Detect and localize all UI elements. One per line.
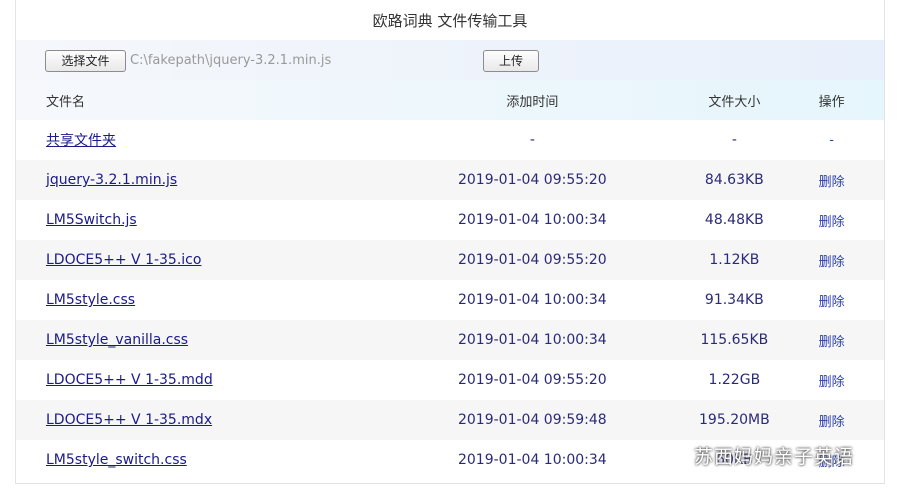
file-link[interactable]: jquery-3.2.1.min.js (46, 172, 177, 188)
file-link[interactable]: LDOCE5++ V 1-35.mdx (46, 412, 212, 428)
delete-link[interactable]: 删除 (779, 291, 884, 310)
file-link[interactable]: LDOCE5++ V 1-35.ico (46, 252, 201, 268)
file-link[interactable]: LDOCE5++ V 1-35.mdd (46, 372, 213, 388)
header-operation: 操作 (818, 94, 845, 110)
row-time: 2019-01-04 09:55:20 (457, 252, 607, 268)
row-time: 2019-01-04 10:00:34 (457, 452, 607, 468)
header-added-time: 添加时间 (506, 94, 559, 110)
upload-button[interactable]: 上传 (483, 50, 539, 72)
watermark-text: 苏西妈妈亲子英语 (694, 445, 855, 468)
table-header: 文件名 添加时间 文件大小 操作 (16, 80, 884, 120)
table-row: LM5style.css 2019-01-04 10:00:34 91.34KB… (16, 280, 884, 320)
header-file-size: 文件大小 (708, 94, 761, 110)
row-size: 84.63KB (704, 172, 764, 188)
watermark: 苏西妈妈亲子英语 (654, 440, 854, 470)
shared-folder-link[interactable]: 共享文件夹 (46, 133, 116, 149)
selected-file-path: C:\fakepath\jquery-3.2.1.min.js (130, 53, 332, 68)
row-size: 115.65KB (700, 332, 769, 348)
row-size: - (731, 132, 737, 148)
file-link[interactable]: LM5style_switch.css (46, 452, 187, 468)
row-size: 1.22GB (708, 372, 761, 388)
file-list: 共享文件夹 - - - jquery-3.2.1.min.js 2019-01-… (16, 120, 884, 480)
row-op: - (829, 132, 834, 148)
row-size: 195.20MB (699, 412, 770, 428)
row-time: - (529, 132, 535, 148)
table-row: LDOCE5++ V 1-35.mdx 2019-01-04 09:59:48 … (16, 400, 884, 440)
table-row: LDOCE5++ V 1-35.ico 2019-01-04 09:55:20 … (16, 240, 884, 280)
delete-link[interactable]: 删除 (779, 411, 884, 430)
row-time: 2019-01-04 09:59:48 (457, 412, 607, 428)
row-time: 2019-01-04 10:00:34 (457, 292, 607, 308)
table-row: LM5Switch.js 2019-01-04 10:00:34 48.48KB… (16, 200, 884, 240)
delete-link[interactable]: 删除 (779, 371, 884, 390)
file-link[interactable]: LM5style_vanilla.css (46, 332, 188, 348)
row-size: 1.12KB (709, 252, 760, 268)
row-time: 2019-01-04 09:55:20 (457, 372, 607, 388)
header-file-name: 文件名 (46, 94, 86, 110)
upload-bar: 选择文件 C:\fakepath\jquery-3.2.1.min.js 上传 (16, 40, 884, 80)
table-row-shared-folder: 共享文件夹 - - - (16, 120, 884, 160)
file-link[interactable]: LM5Switch.js (46, 212, 137, 228)
choose-file-button[interactable]: 选择文件 (45, 50, 126, 72)
page-title: 欧路词典 文件传输工具 (372, 12, 528, 30)
file-transfer-panel: 欧路词典 文件传输工具 选择文件 C:\fakepath\jquery-3.2.… (15, 0, 885, 484)
row-time: 2019-01-04 10:00:34 (457, 332, 607, 348)
delete-link[interactable]: 删除 (779, 331, 884, 350)
row-size: 91.34KB (704, 292, 764, 308)
delete-link[interactable]: 删除 (779, 251, 884, 270)
delete-link[interactable]: 删除 (779, 171, 884, 190)
file-link[interactable]: LM5style.css (46, 292, 135, 308)
row-time: 2019-01-04 09:55:20 (457, 172, 607, 188)
delete-link[interactable]: 删除 (779, 211, 884, 230)
table-row: LDOCE5++ V 1-35.mdd 2019-01-04 09:55:20 … (16, 360, 884, 400)
row-time: 2019-01-04 10:00:34 (457, 212, 607, 228)
table-row: jquery-3.2.1.min.js 2019-01-04 09:55:20 … (16, 160, 884, 200)
wechat-icon (655, 443, 686, 467)
row-size: 48.48KB (704, 212, 764, 228)
table-row: LM5style_vanilla.css 2019-01-04 10:00:34… (16, 320, 884, 360)
